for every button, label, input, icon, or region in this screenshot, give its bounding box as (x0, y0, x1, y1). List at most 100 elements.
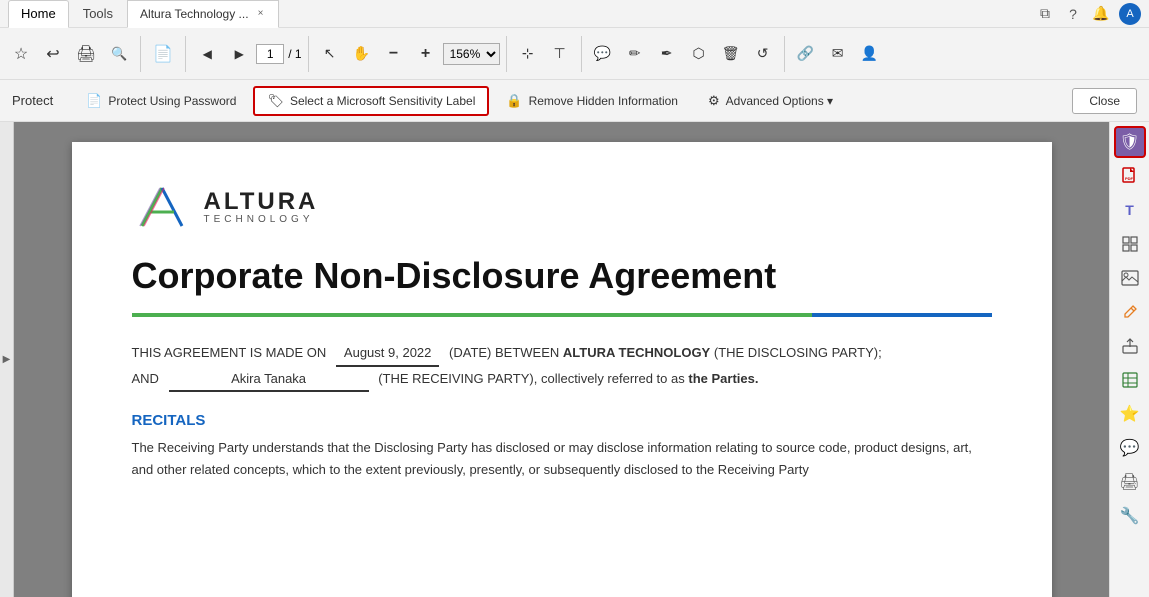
advanced-options-btn[interactable]: ⚙ Advanced Options ▾ (695, 87, 846, 115)
parties-label: the Parties. (688, 371, 758, 386)
select-tool-btn[interactable]: ↖ (315, 32, 345, 76)
sidebar-tools-icon[interactable]: 🔧 (1114, 500, 1146, 532)
disclosing-party: ALTURA TECHNOLOGY (563, 345, 710, 360)
altura-logo-icon (132, 182, 192, 230)
page-input[interactable] (256, 44, 284, 64)
menu-tab-tools[interactable]: Tools (71, 0, 125, 28)
zoom-select[interactable]: 156%100%75%50% (443, 43, 500, 65)
right-sidebar: 🛡 PDF T ⭐ 💬 🖨 🔧 (1109, 122, 1149, 597)
logo-area: ALTURA TECHNOLOGY (132, 182, 992, 230)
advanced-icon: ⚙ (708, 93, 720, 109)
sign-btn[interactable]: ✒ (652, 32, 682, 76)
protect-password-icon: 📄 (86, 93, 102, 109)
protect-password-btn[interactable]: 📄 Protect Using Password (73, 87, 249, 115)
zoom-cursor-btn[interactable]: 🔍 (104, 32, 134, 76)
sidebar-star-icon[interactable]: ⭐ (1114, 398, 1146, 430)
sep6 (784, 36, 785, 72)
agreement-text: THIS AGREEMENT IS MADE ON August 9, 2022… (132, 341, 992, 392)
bookmark-btn[interactable]: ☆ (6, 32, 36, 76)
sidebar-pdf-icon[interactable]: PDF (1114, 160, 1146, 192)
sidebar-edit-icon[interactable] (1114, 296, 1146, 328)
new-doc-btn[interactable]: 📄 (147, 32, 179, 76)
doc-page: ALTURA TECHNOLOGY Corporate Non-Disclosu… (72, 142, 1052, 597)
chevron-right-icon: ▶ (3, 354, 11, 365)
delete-btn[interactable]: 🗑 (716, 32, 746, 76)
menu-tab-home[interactable]: Home (8, 0, 69, 28)
receiving-name: Akira Tanaka (169, 367, 369, 392)
touchup-btn[interactable]: ⊤ (545, 32, 575, 76)
left-panel-toggle[interactable]: ▶ (0, 122, 14, 597)
draw-btn[interactable]: ✏ (620, 32, 650, 76)
date-suffix: (DATE) BETWEEN (449, 345, 559, 360)
page-total: / 1 (288, 47, 301, 61)
sensitivity-label-btn[interactable]: 🏷 Select a Microsoft Sensitivity Label (253, 86, 489, 116)
svg-text:PDF: PDF (1125, 176, 1134, 181)
screen-icon[interactable]: ⧉ (1035, 4, 1055, 24)
link-btn[interactable]: 🔗 (791, 32, 821, 76)
sep2 (185, 36, 186, 72)
comment-btn[interactable]: 💬 (588, 32, 618, 76)
prev-page-btn[interactable]: ◀ (192, 32, 222, 76)
date-field: August 9, 2022 (336, 341, 439, 366)
zoom-out-btn[interactable]: − (379, 32, 409, 76)
advanced-label: Advanced Options ▾ (726, 94, 833, 108)
recitals-text: The Receiving Party understands that the… (132, 437, 992, 481)
undo-btn[interactable]: ↺ (748, 32, 778, 76)
sidebar-image-icon[interactable] (1114, 262, 1146, 294)
remove-hidden-icon: 🔒 (506, 93, 522, 109)
sidebar-print-icon[interactable]: 🖨 (1114, 466, 1146, 498)
menu-bar-right: ⧉ ? 🔔 A (1035, 3, 1141, 25)
color-bar (132, 313, 992, 317)
pan-tool-btn[interactable]: ✋ (347, 32, 377, 76)
main-area: ▶ ALTURA T (0, 122, 1149, 597)
account-btn[interactable]: 👤 (855, 32, 885, 76)
company-sub: TECHNOLOGY (204, 214, 319, 225)
doc-tab-close[interactable]: × (255, 7, 267, 20)
doc-tab-label: Altura Technology ... (140, 7, 249, 21)
logo-text-area: ALTURA TECHNOLOGY (204, 188, 319, 225)
sensitivity-label-text: Select a Microsoft Sensitivity Label (290, 94, 475, 108)
and-label: AND (132, 371, 159, 386)
toolbar: ☆ ↩ 🖨 🔍 📄 ◀ ▶ / 1 ↖ ✋ − + 156%100%75%50%… (0, 28, 1149, 80)
remove-hidden-label: Remove Hidden Information (529, 94, 678, 108)
protect-bar: Protect 📄 Protect Using Password 🏷 Selec… (0, 80, 1149, 122)
print-btn[interactable]: 🖨 (70, 32, 102, 76)
sidebar-export-icon[interactable] (1114, 330, 1146, 362)
sidebar-shield-icon[interactable]: 🛡 (1114, 126, 1146, 158)
close-button[interactable]: Close (1072, 88, 1137, 114)
recitals-title: RECITALS (132, 412, 992, 429)
sidebar-comment-icon[interactable]: 💬 (1114, 432, 1146, 464)
color-bar-green (132, 313, 812, 317)
protect-bar-right: Close (1072, 88, 1137, 114)
home-label: Home (21, 6, 56, 21)
sensitivity-icon: 🏷 (267, 93, 284, 109)
stamp-btn[interactable]: ⬡ (684, 32, 714, 76)
protect-label: Protect (12, 93, 53, 108)
mail-btn[interactable]: ✉ (823, 32, 853, 76)
sep3 (308, 36, 309, 72)
sep4 (506, 36, 507, 72)
sep5 (581, 36, 582, 72)
company-name: ALTURA (204, 188, 319, 216)
sep1 (140, 36, 141, 72)
bell-icon[interactable]: 🔔 (1091, 4, 1111, 24)
remove-hidden-btn[interactable]: 🔒 Remove Hidden Information (493, 87, 691, 115)
disclosing-suffix: (THE DISCLOSING PARTY); (714, 345, 882, 360)
receiving-suffix: (THE RECEIVING PARTY), collectively refe… (378, 371, 685, 386)
doc-area: ALTURA TECHNOLOGY Corporate Non-Disclosu… (14, 122, 1109, 597)
crop-btn[interactable]: ⊹ (513, 32, 543, 76)
tools-label: Tools (83, 6, 113, 21)
color-bar-blue (812, 313, 992, 317)
help-icon[interactable]: ? (1063, 4, 1083, 24)
sidebar-teams-icon[interactable]: T (1114, 194, 1146, 226)
page-nav: / 1 (256, 44, 301, 64)
next-page-btn[interactable]: ▶ (224, 32, 254, 76)
sidebar-layout-icon[interactable] (1114, 228, 1146, 260)
sidebar-table-icon[interactable] (1114, 364, 1146, 396)
zoom-in-btn[interactable]: + (411, 32, 441, 76)
doc-tab[interactable]: Altura Technology ... × (127, 0, 279, 28)
agreement-prefix: THIS AGREEMENT IS MADE ON (132, 345, 327, 360)
protect-password-label: Protect Using Password (108, 94, 236, 108)
back-btn[interactable]: ↩ (38, 32, 68, 76)
user-avatar[interactable]: A (1119, 3, 1141, 25)
